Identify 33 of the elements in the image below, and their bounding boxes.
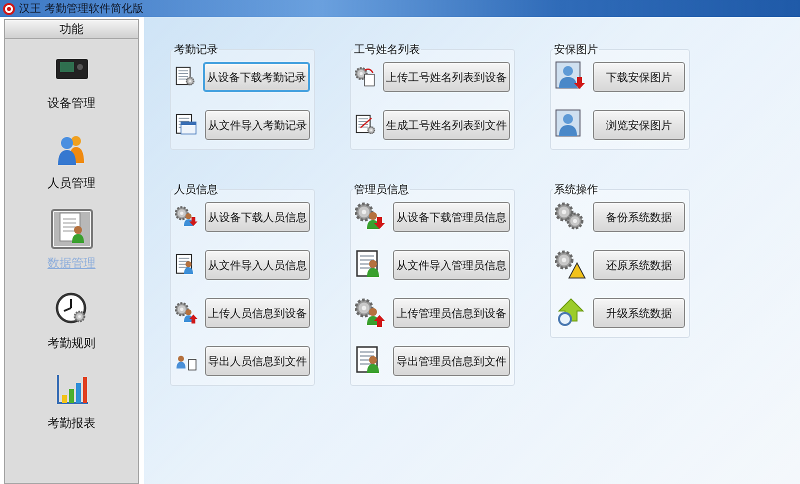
group-title: 系统操作 — [553, 182, 599, 197]
action-button[interactable]: 下载安保图片 — [593, 62, 685, 92]
app-logo-icon — [3, 2, 15, 14]
group-title: 安保图片 — [553, 42, 599, 57]
group-title: 管理员信息 — [353, 182, 410, 197]
action-button[interactable]: 浏览安保图片 — [593, 110, 685, 140]
action-button[interactable]: 从设备下载人员信息 — [205, 202, 310, 232]
action-button[interactable]: 从文件导入管理员信息 — [393, 250, 510, 280]
sidebar-header: 功能 — [5, 20, 138, 39]
action-button[interactable]: 从设备下载考勤记录 — [203, 62, 310, 92]
action-button[interactable]: 上传工号姓名列表到设备 — [383, 62, 510, 92]
action-button[interactable]: 导出人员信息到文件 — [205, 346, 310, 376]
action-button[interactable]: 从文件导入考勤记录 — [205, 110, 310, 140]
action-button[interactable]: 上传人员信息到设备 — [205, 298, 310, 328]
sidebar-item[interactable]: 考勤规则 — [5, 283, 138, 363]
action-button[interactable]: 从设备下载管理员信息 — [393, 202, 510, 232]
group-title: 工号姓名列表 — [353, 42, 421, 57]
group-title: 考勤记录 — [173, 42, 219, 57]
action-button[interactable]: 上传管理员信息到设备 — [393, 298, 510, 328]
sidebar-item[interactable]: 设备管理 — [5, 43, 138, 123]
action-button[interactable]: 生成工号姓名列表到文件 — [383, 110, 510, 140]
group-title: 人员信息 — [173, 182, 219, 197]
gear-warning-icon — [555, 249, 587, 281]
action-button[interactable]: 从文件导入人员信息 — [205, 250, 310, 280]
action-button[interactable]: 备份系统数据 — [593, 202, 685, 232]
upgrade-arrow-icon — [555, 297, 587, 329]
gear-person-upload-icon — [355, 297, 387, 329]
action-button[interactable]: 还原系统数据 — [593, 250, 685, 280]
window-title: 汉王 考勤管理软件简化版 — [19, 1, 144, 16]
sidebar-item[interactable]: 人员管理 — [5, 123, 138, 203]
action-button[interactable]: 导出管理员信息到文件 — [393, 346, 510, 376]
sidebar-item[interactable]: 考勤报表 — [5, 363, 138, 443]
action-button[interactable]: 升级系统数据 — [593, 298, 685, 328]
